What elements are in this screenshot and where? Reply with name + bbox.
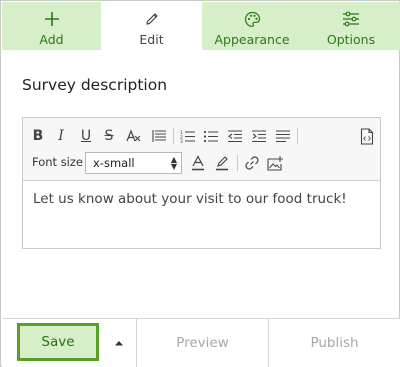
tab-label: Edit — [139, 32, 164, 47]
source-code-icon[interactable] — [357, 124, 377, 148]
align-icon[interactable] — [149, 124, 169, 148]
tab-label: Appearance — [214, 32, 290, 47]
font-size-value: x-small — [93, 156, 135, 170]
select-arrows-icon: ▲ ▼ — [170, 155, 177, 171]
publish-button[interactable]: Publish — [268, 319, 400, 367]
outdent-icon[interactable] — [225, 124, 245, 148]
rich-text-editor: B I U S 123 Font size x-small ▲ ▼ Let us… — [22, 117, 381, 249]
toolbar-divider — [297, 128, 298, 144]
tab-label: Add — [39, 32, 64, 47]
toolbar-row-1: B I U S 123 — [23, 124, 380, 148]
image-icon[interactable] — [265, 151, 285, 175]
toolbar-divider — [173, 128, 174, 144]
tab-edit[interactable]: Edit — [101, 2, 202, 50]
editor-content[interactable]: Let us know about your visit to our food… — [33, 191, 347, 207]
svg-text:3: 3 — [180, 139, 183, 143]
clear-format-icon[interactable] — [123, 124, 143, 148]
footer-bar: Save Preview Publish — [2, 318, 400, 367]
font-size-select[interactable]: x-small ▲ ▼ — [85, 152, 182, 174]
bulleted-list-icon[interactable] — [201, 124, 221, 148]
caret-up-icon[interactable] — [107, 331, 131, 355]
font-size-label: Font size — [32, 155, 83, 169]
bold-icon[interactable]: B — [28, 124, 48, 148]
pencil-icon — [144, 8, 160, 30]
section-title: Survey description — [22, 76, 168, 94]
underline-icon[interactable]: U — [76, 124, 96, 148]
editor-toolbar: B I U S 123 Font size x-small ▲ ▼ — [23, 118, 380, 181]
indent-icon[interactable] — [249, 124, 269, 148]
tab-bar: Add Edit Appearance Options — [2, 2, 400, 50]
tab-options[interactable]: Options — [302, 2, 400, 50]
sliders-icon — [342, 8, 360, 30]
strikethrough-icon[interactable]: S — [99, 124, 119, 148]
palette-icon — [244, 8, 261, 30]
tab-label: Options — [326, 32, 376, 47]
preview-button[interactable]: Preview — [136, 319, 268, 367]
toolbar-row-2: Font size x-small ▲ ▼ — [23, 151, 380, 175]
highlight-icon[interactable] — [212, 151, 232, 175]
tab-appearance[interactable]: Appearance — [202, 2, 302, 50]
toolbar-divider — [237, 155, 238, 171]
link-icon[interactable] — [242, 151, 262, 175]
font-color-icon[interactable] — [188, 151, 208, 175]
numbered-list-icon[interactable]: 123 — [178, 124, 198, 148]
tab-add[interactable]: Add — [2, 2, 101, 50]
save-button[interactable]: Save — [17, 323, 99, 361]
justify-icon[interactable] — [273, 124, 293, 148]
save-group: Save — [2, 319, 136, 367]
plus-icon — [44, 8, 60, 30]
survey-panel: Add Edit Appearance Options Survey descr… — [0, 0, 400, 367]
italic-icon[interactable]: I — [51, 124, 71, 148]
